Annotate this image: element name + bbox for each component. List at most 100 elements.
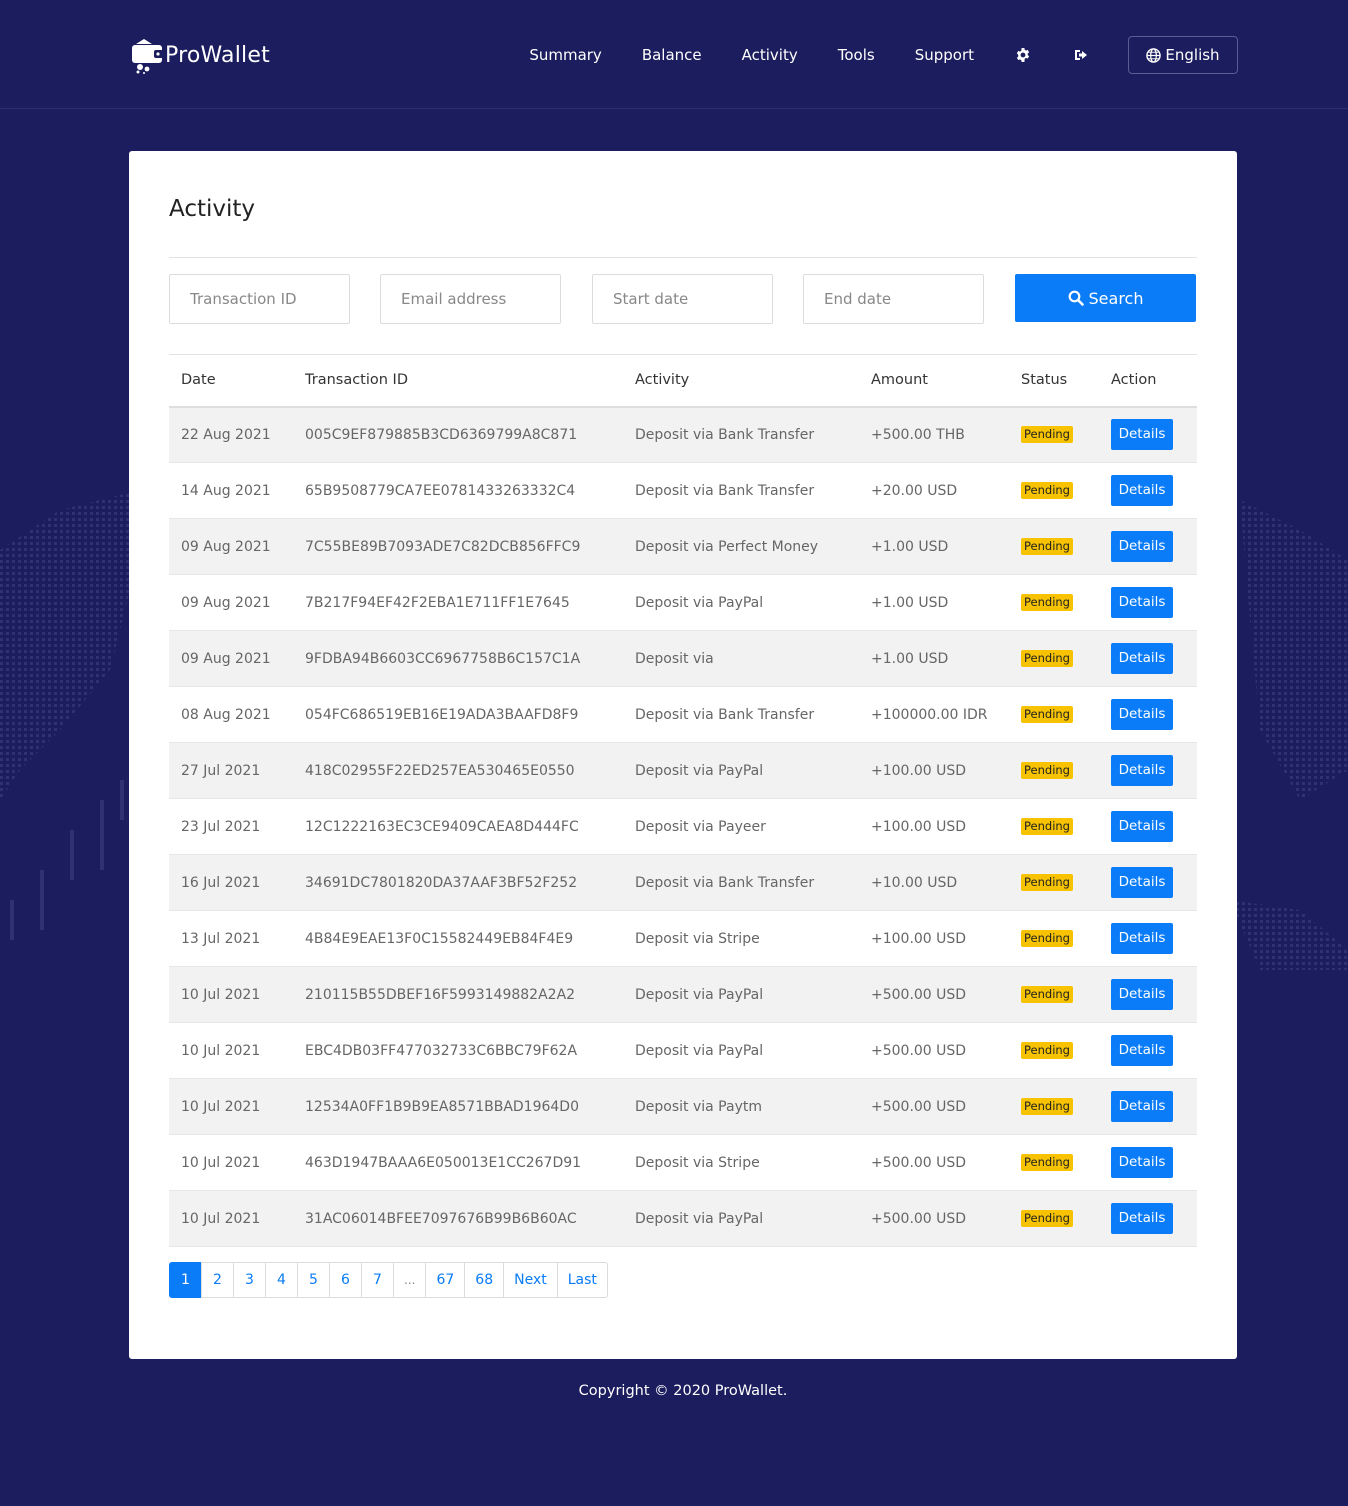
cell-status: Pending [1009, 631, 1099, 687]
cell-date: 09 Aug 2021 [181, 650, 271, 667]
language-selector[interactable]: English [1128, 36, 1238, 74]
top-navbar: ProWallet Summary Balance Activity Tools… [0, 0, 1348, 109]
filter-bar: Search [169, 274, 1197, 324]
transaction-id-input[interactable] [169, 274, 350, 324]
wallet-logo-icon [132, 39, 163, 74]
cell-status: Pending [1009, 575, 1099, 631]
status-badge: Pending [1021, 650, 1073, 667]
column-header-status: Status [1021, 372, 1068, 389]
details-button[interactable]: Details [1111, 923, 1173, 954]
cell-date: 10 Jul 2021 [181, 1098, 261, 1115]
details-button[interactable]: Details [1111, 811, 1173, 842]
gear-icon[interactable] [1014, 46, 1032, 64]
page-item-next[interactable]: Next [503, 1262, 558, 1298]
cell-date: 09 Aug 2021 [181, 538, 271, 555]
status-badge: Pending [1021, 594, 1073, 611]
language-label: English [1165, 46, 1220, 64]
details-button[interactable]: Details [1111, 867, 1173, 898]
page-item-2[interactable]: 2 [201, 1262, 234, 1298]
cell-amount: +100.00 USD [871, 818, 967, 835]
column-header-activity: Activity [635, 372, 690, 389]
cell-date: 14 Aug 2021 [181, 482, 271, 499]
status-badge: Pending [1021, 1154, 1073, 1171]
details-button[interactable]: Details [1111, 531, 1173, 562]
details-button[interactable]: Details [1111, 643, 1173, 674]
footer-copyright: Copyright © 2020 ProWallet. [578, 1383, 788, 1399]
cell-action: Details [1099, 743, 1197, 799]
page-item-3[interactable]: 3 [233, 1262, 266, 1298]
table-row: 16 Jul 2021 34691DC7801820DA37AAF3BF52F25… [169, 854, 1197, 911]
page-item-6[interactable]: 6 [329, 1262, 362, 1298]
details-button[interactable]: Details [1111, 1203, 1173, 1234]
search-button-label: Search [1088, 288, 1144, 308]
cell-action: Details [1099, 407, 1197, 463]
cell-activity: Deposit via Perfect Money [635, 538, 819, 555]
page-item-5[interactable]: 5 [297, 1262, 330, 1298]
cell-activity: Deposit via [635, 650, 714, 667]
nav-summary[interactable]: Summary [529, 46, 602, 64]
status-badge: Pending [1021, 986, 1073, 1003]
cell-transaction-id: 7B217F94EF42F2EBA1E711FF1E7645 [305, 594, 570, 611]
cell-activity: Deposit via Bank Transfer [635, 874, 815, 891]
email-input[interactable] [380, 274, 561, 324]
cell-amount: +100000.00 IDR [871, 706, 988, 723]
cell-amount: +500.00 USD [871, 1210, 967, 1227]
sign-out-icon[interactable] [1072, 46, 1090, 64]
cell-amount: +100.00 USD [871, 930, 967, 947]
cell-action: Details [1099, 687, 1197, 743]
nav-activity[interactable]: Activity [742, 46, 798, 64]
table-row: 08 Aug 2021 054FC686519EB16E19ADA3BAAFD8F… [169, 687, 1197, 743]
table-row: 09 Aug 2021 7C55BE89B7093ADE7C82DCB856FFC… [169, 518, 1197, 575]
nav-tools[interactable]: Tools [838, 46, 875, 64]
cell-transaction-id: 65B9508779CA7EE0781433263332C4 [305, 482, 576, 499]
page-item-68[interactable]: 68 [464, 1262, 505, 1298]
nav-balance[interactable]: Balance [642, 46, 702, 64]
page-item-7[interactable]: 7 [361, 1262, 394, 1298]
page-title: Activity [169, 196, 256, 222]
page-item-4[interactable]: 4 [265, 1262, 298, 1298]
table-row: 10 Jul 2021 12534A0FF1B9B9EA8571BBAD1964D… [169, 1078, 1197, 1135]
cell-date: 10 Jul 2021 [181, 986, 261, 1003]
details-button[interactable]: Details [1111, 699, 1173, 730]
cell-date: 09 Aug 2021 [181, 594, 271, 611]
details-button[interactable]: Details [1111, 1091, 1173, 1122]
table-row: 13 Jul 2021 4B84E9EAE13F0C15582449EB84F4E… [169, 911, 1197, 967]
column-header-date: Date [181, 372, 216, 389]
details-button[interactable]: Details [1111, 587, 1173, 618]
status-badge: Pending [1021, 482, 1073, 499]
cell-activity: Deposit via Bank Transfer [635, 426, 815, 443]
status-badge: Pending [1021, 874, 1073, 891]
cell-action: Details [1099, 463, 1197, 519]
cell-transaction-id: 12534A0FF1B9B9EA8571BBAD1964D0 [305, 1098, 579, 1115]
brand-logo[interactable]: ProWallet [130, 35, 270, 75]
end-date-input[interactable] [803, 274, 984, 324]
details-button[interactable]: Details [1111, 419, 1173, 451]
cell-action: Details [1099, 1079, 1197, 1135]
details-button[interactable]: Details [1111, 475, 1173, 506]
page-item-67[interactable]: 67 [425, 1262, 466, 1298]
status-badge: Pending [1021, 1098, 1073, 1115]
cell-action: Details [1099, 519, 1197, 575]
cell-date: 23 Jul 2021 [181, 818, 261, 835]
cell-date: 22 Aug 2021 [181, 426, 271, 443]
cell-action: Details [1099, 1135, 1197, 1191]
page-item-last[interactable]: Last [556, 1262, 608, 1298]
start-date-input[interactable] [592, 274, 773, 324]
cell-transaction-id: 34691DC7801820DA37AAF3BF52F252 [305, 874, 578, 891]
nav-support[interactable]: Support [915, 46, 974, 64]
cell-status: Pending [1009, 1023, 1099, 1079]
search-button[interactable]: Search [1015, 274, 1196, 322]
cell-amount: +20.00 USD [871, 482, 958, 499]
cell-activity: Deposit via Bank Transfer [635, 706, 815, 723]
page-item-1[interactable]: 1 [169, 1262, 202, 1298]
status-badge: Pending [1021, 930, 1073, 947]
cell-date: 08 Aug 2021 [181, 706, 271, 723]
details-button[interactable]: Details [1111, 1147, 1173, 1178]
cell-status: Pending [1009, 911, 1099, 967]
cell-status: Pending [1009, 1135, 1099, 1191]
details-button[interactable]: Details [1111, 755, 1173, 786]
details-button[interactable]: Details [1111, 979, 1173, 1010]
cell-amount: +500.00 THB [871, 426, 965, 443]
details-button[interactable]: Details [1111, 1035, 1173, 1066]
pagination: 1 2 3 4 5 6 7... 67 68 Next Last [169, 1262, 608, 1298]
